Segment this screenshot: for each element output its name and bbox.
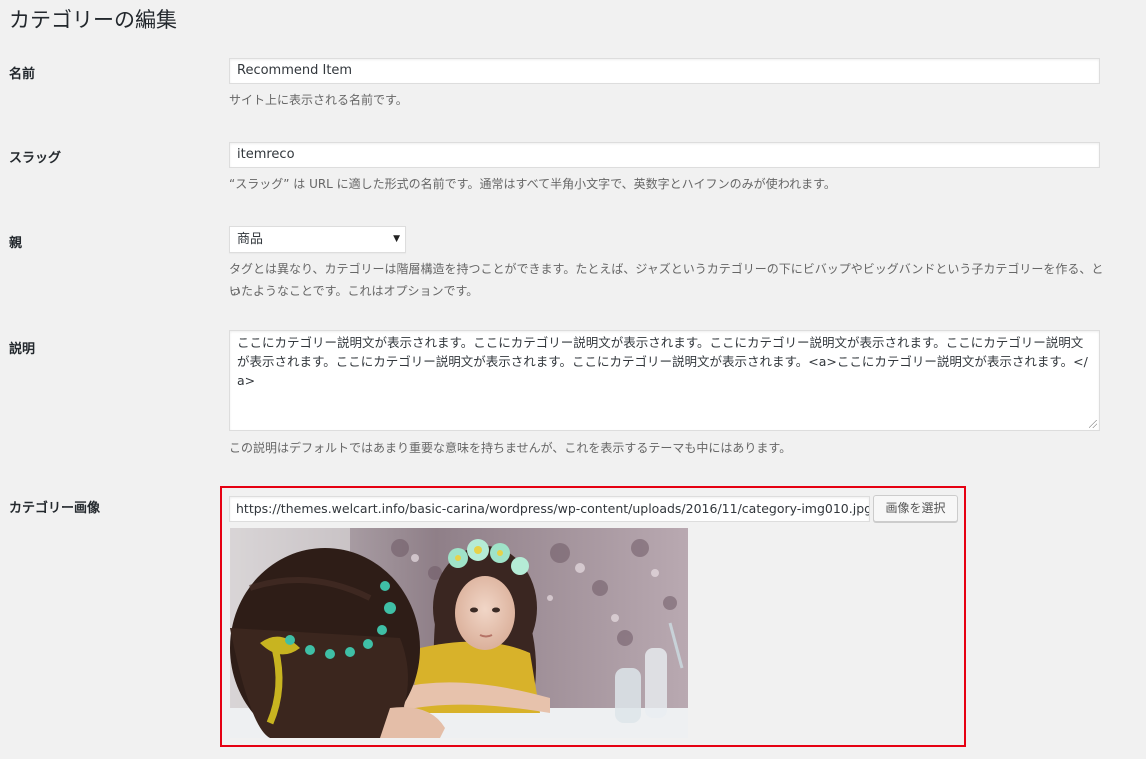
category-photo-illustration	[230, 528, 688, 738]
parent-select-value: 商品	[237, 232, 264, 247]
category-image-label: カテゴリー画像	[9, 501, 101, 516]
resize-handle-icon[interactable]	[1089, 420, 1097, 428]
parent-select[interactable]: 商品 ▼	[229, 226, 406, 253]
select-image-button[interactable]: 画像を選択	[873, 495, 958, 522]
description-textarea[interactable]: ここにカテゴリー説明文が表示されます。ここにカテゴリー説明文が表示されます。ここ…	[229, 330, 1100, 431]
edit-category-page: カテゴリーの編集 名前 Recommend Item サイト上に表示される名前で…	[0, 0, 1146, 759]
description-textarea-value: ここにカテゴリー説明文が表示されます。ここにカテゴリー説明文が表示されます。ここ…	[237, 335, 1088, 388]
parent-label: 親	[9, 236, 23, 251]
dropdown-arrow-icon: ▼	[393, 234, 400, 244]
image-url-input[interactable]: https://themes.welcart.info/basic-carina…	[229, 496, 870, 522]
name-input[interactable]: Recommend Item	[229, 58, 1100, 84]
parent-description-line2: ったようなことです。これはオプションです。	[229, 284, 479, 298]
slug-description: “スラッグ” は URL に適した形式の名前です。通常はすべて半角小文字で、英数…	[229, 177, 836, 191]
description-label: 説明	[9, 342, 36, 357]
name-description: サイト上に表示される名前です。	[229, 93, 408, 107]
description-help: この説明はデフォルトではあまり重要な意味を持ちませんが、これを表示するテーマも中…	[229, 441, 792, 455]
category-image-preview	[230, 528, 688, 738]
slug-label: スラッグ	[9, 151, 62, 166]
slug-input[interactable]: itemreco	[229, 142, 1100, 168]
name-label: 名前	[9, 67, 36, 82]
page-title: カテゴリーの編集	[9, 8, 177, 32]
